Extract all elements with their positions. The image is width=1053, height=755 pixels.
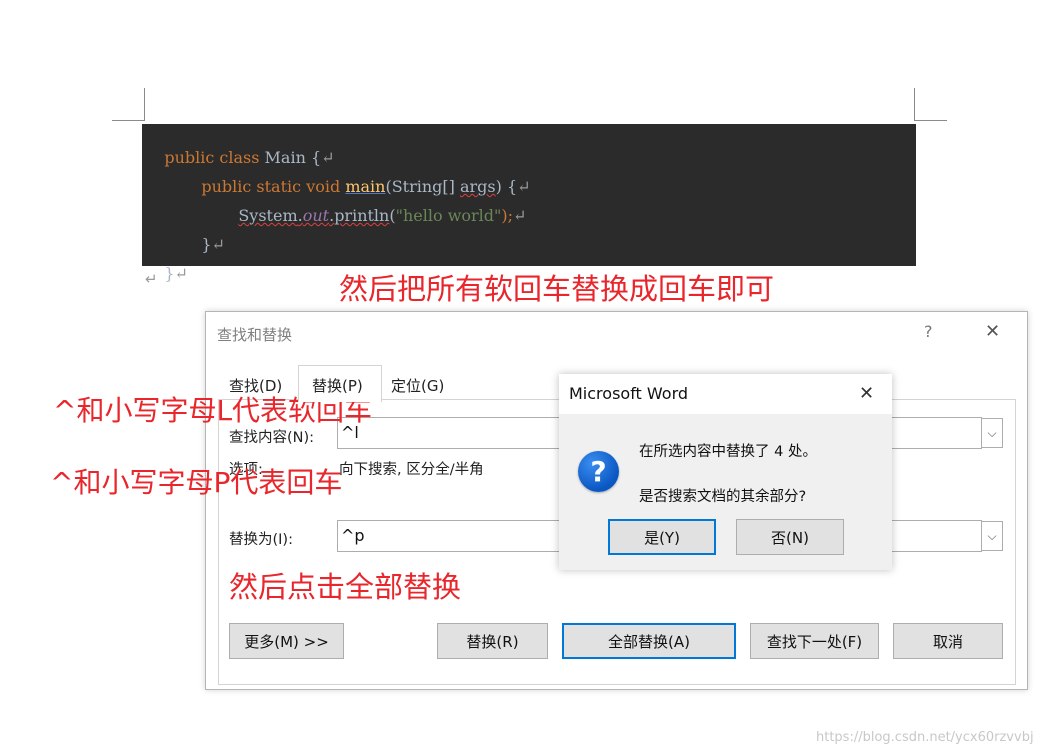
cancel-button[interactable]: 取消 bbox=[893, 623, 1003, 659]
replace-all-button[interactable]: 全部替换(A) bbox=[562, 623, 736, 659]
code-line: public class Main {↵ bbox=[144, 125, 334, 167]
code-end: ); bbox=[501, 206, 514, 225]
code-line: }↵ bbox=[144, 241, 188, 283]
annotation-hard-return: ^和小写字母P代表回车 bbox=[50, 466, 343, 499]
options-value: 向下搜索, 区分全/半角 bbox=[339, 462, 484, 478]
code-brace: } bbox=[164, 264, 175, 283]
code-line: System.out.println("hello world");↵ bbox=[218, 183, 526, 225]
chevron-down-icon: ⌵ bbox=[987, 528, 997, 543]
paragraph-mark: ↵ bbox=[174, 264, 188, 283]
close-icon[interactable]: ✕ bbox=[859, 383, 874, 404]
question-icon: ? bbox=[578, 451, 619, 492]
page-corner-mark-left bbox=[144, 88, 145, 121]
paragraph-mark: ↵ bbox=[211, 235, 225, 254]
message-box-title: Microsoft Word bbox=[569, 384, 689, 403]
replace-label: 替换为(I): bbox=[229, 532, 293, 548]
close-icon[interactable]: ✕ bbox=[985, 321, 1000, 342]
find-label: 查找内容(N): bbox=[229, 430, 315, 446]
more-button[interactable]: 更多(M) >> bbox=[229, 623, 344, 659]
find-next-button[interactable]: 查找下一处(F) bbox=[750, 623, 879, 659]
yes-button[interactable]: 是(Y) bbox=[608, 519, 716, 555]
code-brace: } bbox=[201, 235, 212, 254]
chevron-down-icon: ⌵ bbox=[987, 425, 997, 440]
message-box: Microsoft Word ✕ ? 在所选内容中替换了 4 处。 是否搜索文档… bbox=[559, 374, 892, 570]
dialog-title: 查找和替换 bbox=[217, 326, 293, 344]
tab-replace[interactable]: 替换(P) bbox=[312, 375, 363, 396]
page-corner-mark-left bbox=[112, 120, 145, 121]
no-button[interactable]: 否(N) bbox=[736, 519, 844, 555]
tab-goto[interactable]: 定位(G) bbox=[391, 375, 444, 396]
code-string: "hello world" bbox=[395, 206, 502, 225]
help-icon[interactable]: ? bbox=[924, 322, 933, 341]
code-system: System bbox=[238, 206, 298, 225]
code-println: println bbox=[334, 206, 390, 225]
watermark: https://blog.csdn.net/ycx60rzvvbj bbox=[816, 730, 1034, 745]
paragraph-mark: ↵ bbox=[513, 206, 527, 225]
paragraph-mark: ↵ bbox=[145, 270, 158, 288]
replace-dropdown-button[interactable]: ⌵ bbox=[981, 521, 1003, 551]
annotation-replace-hint: 然后把所有软回车替换成回车即可 bbox=[339, 272, 775, 306]
page-corner-mark-right bbox=[914, 88, 915, 121]
code-line: public static void main(String[] args) {… bbox=[181, 154, 530, 196]
find-dropdown-button[interactable]: ⌵ bbox=[981, 418, 1003, 448]
question-icon-glyph: ? bbox=[590, 455, 607, 488]
page-corner-mark-right bbox=[914, 120, 947, 121]
tab-replace-active[interactable]: 替换(P) bbox=[298, 365, 382, 402]
annotation-click-replace-all: 然后点击全部替换 bbox=[229, 570, 462, 604]
code-block: public class Main {↵ public static void … bbox=[142, 124, 916, 283]
code-out: out bbox=[302, 206, 330, 225]
code-line: }↵ bbox=[181, 212, 225, 254]
replace-button[interactable]: 替换(R) bbox=[437, 623, 548, 659]
message-line-1: 在所选内容中替换了 4 处。 bbox=[639, 444, 817, 460]
message-line-2: 是否搜索文档的其余部分? bbox=[639, 489, 807, 505]
